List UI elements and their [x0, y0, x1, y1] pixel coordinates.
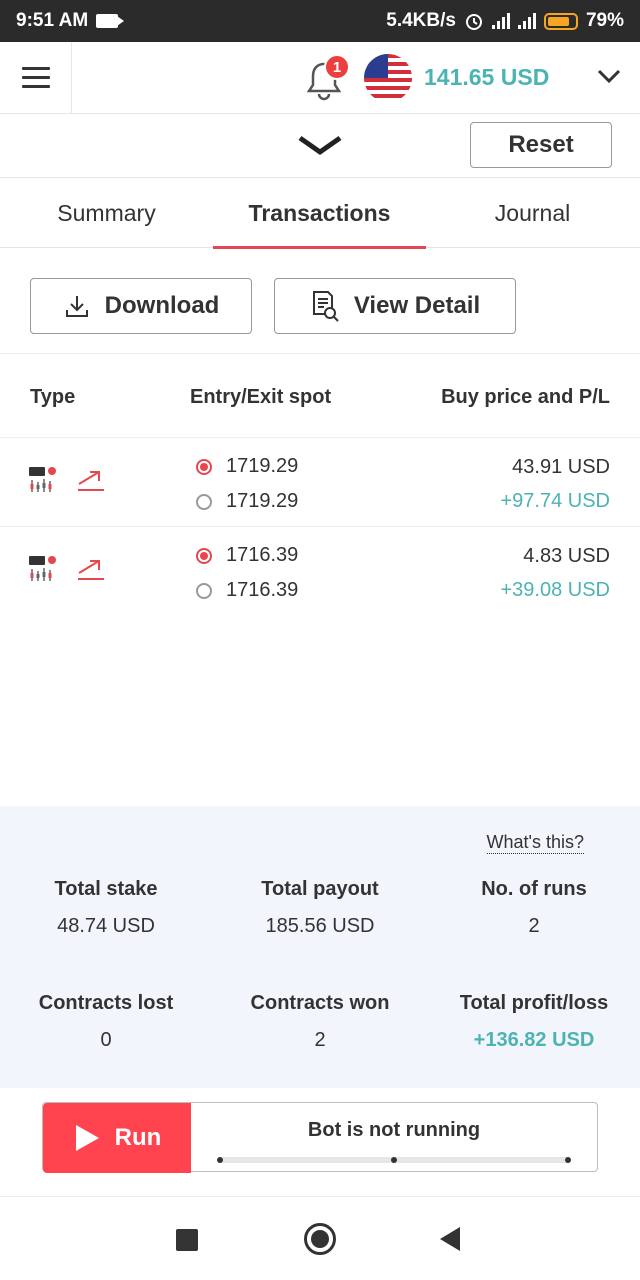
run-panel: Run Bot is not running [42, 1102, 598, 1173]
account-balance[interactable]: 141.65 USD [424, 64, 549, 91]
reset-button[interactable]: Reset [470, 122, 612, 168]
transactions-table-header: Type Entry/Exit spot Buy price and P/L [0, 368, 640, 438]
status-bar: 9:51 AM 5.4KB/s 79% [0, 0, 640, 42]
bot-status-text: Bot is not running [307, 1119, 481, 1141]
tab-bar: Summary Transactions Journal [0, 178, 640, 249]
exit-spot-value: 1716.39 [226, 579, 299, 601]
exit-spot-icon [196, 493, 212, 510]
view-detail-button[interactable]: View Detail [274, 278, 516, 334]
stat-contracts-won: Contracts won 2 [220, 992, 420, 1052]
drawer-toolbar: Reset [0, 114, 640, 178]
buy-price: 43.91 USD [512, 456, 610, 478]
stat-label: Total stake [54, 878, 158, 900]
stat-value: 0 [100, 1029, 112, 1051]
exit-spot-value: 1719.29 [226, 490, 299, 512]
stat-label: Total payout [261, 878, 379, 900]
app-header: 1 141.65 USD [0, 41, 640, 114]
stat-label: Contracts won [250, 992, 390, 1014]
network-speed: 5.4KB/s [386, 10, 456, 31]
table-row[interactable]: 1719.29 1719.29 43.91 USD +97.74 USD [0, 438, 640, 527]
column-buy-price-pl: Buy price and P/L [441, 386, 610, 408]
stat-value: 2 [528, 915, 540, 937]
whats-this-link[interactable]: What's this? [486, 832, 584, 854]
back-icon[interactable] [440, 1227, 460, 1251]
entry-spot-value: 1716.39 [226, 544, 299, 566]
tab-summary[interactable]: Summary [0, 178, 213, 248]
volatility-index-icon [29, 556, 56, 581]
progress-step-dot [391, 1157, 397, 1163]
stat-total-profit-loss: Total profit/loss +136.82 USD [434, 992, 634, 1052]
notifications-button[interactable]: 1 [304, 54, 350, 102]
stat-label: Contracts lost [38, 992, 174, 1014]
stat-value: 185.56 USD [265, 915, 375, 937]
run-label: Run [114, 1124, 162, 1151]
stat-total-payout: Total payout 185.56 USD [220, 878, 420, 938]
recent-apps-icon[interactable] [176, 1229, 198, 1251]
rise-arrow-icon [78, 560, 104, 580]
view-detail-label: View Detail [353, 292, 481, 319]
signal-4g-icon [491, 13, 510, 29]
chevron-down-icon[interactable] [596, 66, 622, 86]
volatility-index-icon [29, 467, 56, 492]
column-entry-exit: Entry/Exit spot [190, 386, 332, 408]
tab-journal[interactable]: Journal [426, 178, 639, 248]
entry-spot-icon [196, 458, 212, 475]
stat-number-of-runs: No. of runs 2 [434, 878, 634, 938]
battery-icon [543, 12, 578, 30]
profit-loss: +97.74 USD [500, 490, 610, 512]
collapse-chevron-icon[interactable] [296, 132, 344, 156]
play-icon [75, 1125, 99, 1151]
alarm-clock-icon [465, 14, 482, 30]
column-type: Type [30, 386, 76, 408]
menu-icon[interactable] [0, 41, 72, 114]
stat-value: 48.74 USD [57, 915, 155, 937]
signal-icon [517, 13, 536, 29]
download-icon [65, 296, 88, 317]
transaction-actions: Download View Detail [0, 262, 640, 354]
download-label: Download [104, 292, 220, 319]
entry-spot-value: 1719.29 [226, 455, 299, 477]
stat-value: +136.82 USD [473, 1029, 595, 1051]
profit-loss: +39.08 USD [500, 579, 610, 601]
stat-contracts-lost: Contracts lost 0 [6, 992, 206, 1052]
progress-step-dot [565, 1157, 571, 1163]
table-row[interactable]: 1716.39 1716.39 4.83 USD +39.08 USD [0, 527, 640, 616]
notification-badge: 1 [324, 54, 350, 80]
home-icon[interactable] [304, 1223, 336, 1255]
download-button[interactable]: Download [30, 278, 252, 334]
bot-status: Bot is not running [191, 1103, 597, 1173]
tab-transactions[interactable]: Transactions [213, 178, 426, 249]
run-progress-track [217, 1157, 571, 1163]
status-time: 9:51 AM [16, 10, 89, 31]
progress-step-dot [217, 1157, 223, 1163]
us-flag-icon[interactable] [364, 54, 412, 102]
document-search-icon [312, 291, 339, 322]
battery-percent: 79% [585, 10, 624, 31]
run-button[interactable]: Run [43, 1103, 191, 1173]
stat-label: No. of runs [481, 878, 587, 900]
stat-label: Total profit/loss [459, 992, 609, 1014]
stat-value: 2 [314, 1029, 326, 1051]
buy-price: 4.83 USD [523, 545, 610, 567]
summary-panel: What's this? Total stake 48.74 USD Total… [0, 806, 640, 1088]
exit-spot-icon [196, 582, 212, 599]
stat-total-stake: Total stake 48.74 USD [6, 878, 206, 938]
entry-spot-icon [196, 547, 212, 564]
rise-arrow-icon [78, 471, 104, 491]
video-recording-icon [96, 14, 125, 28]
system-nav-bar [0, 1196, 640, 1280]
